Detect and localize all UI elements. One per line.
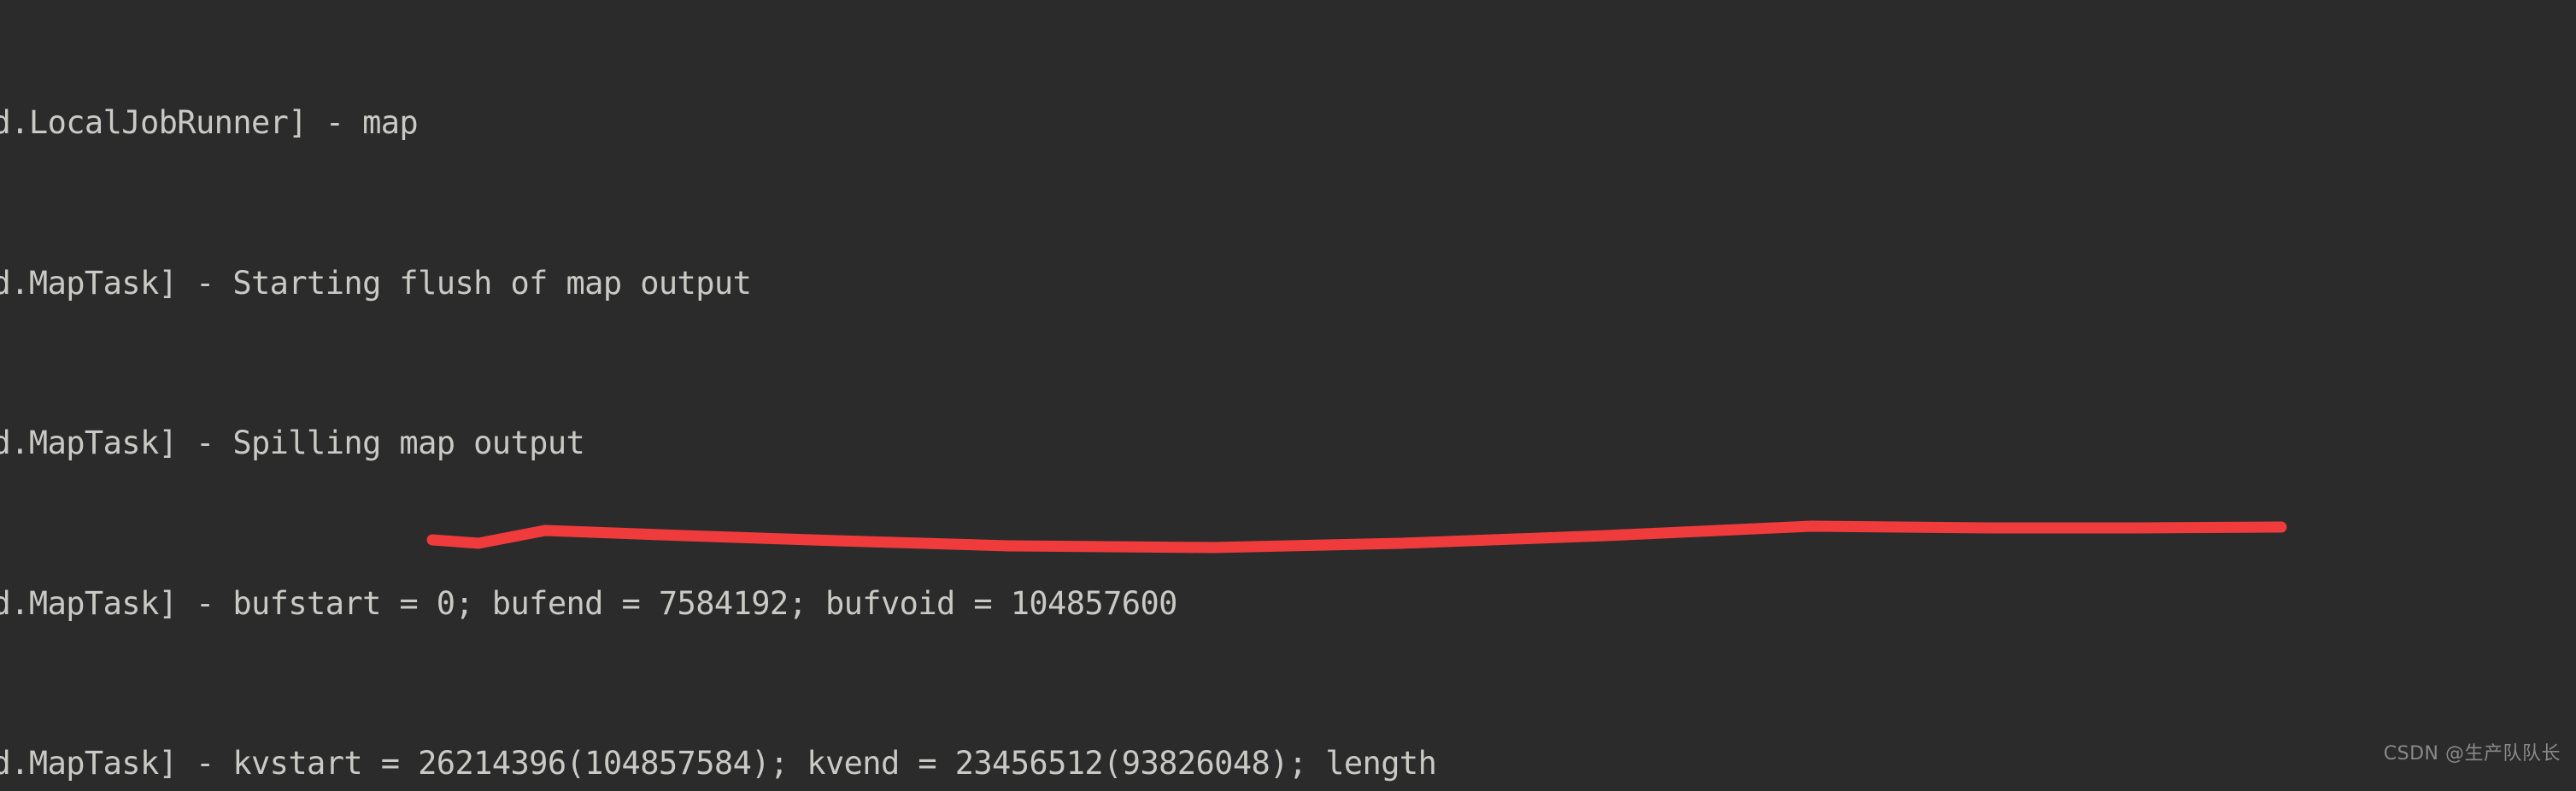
log-line: org.apache.hadoop.mapred.MapTask] - Star… (0, 264, 752, 302)
log-line: org.apache.hadoop.mapred.MapTask] - kvst… (0, 745, 1437, 782)
console-log-panel[interactable]: org.apache.hadoop.mapred.LocalJobRunner]… (0, 0, 2576, 791)
log-line-list: org.apache.hadoop.mapred.LocalJobRunner]… (0, 0, 1437, 791)
log-line: org.apache.hadoop.mapred.LocalJobRunner]… (0, 104, 419, 141)
log-line: org.apache.hadoop.mapred.MapTask] - Spil… (0, 425, 585, 461)
log-line: org.apache.hadoop.mapred.MapTask] - bufs… (0, 584, 1177, 622)
csdn-watermark: CSDN @生产队队长 (2383, 742, 2561, 765)
